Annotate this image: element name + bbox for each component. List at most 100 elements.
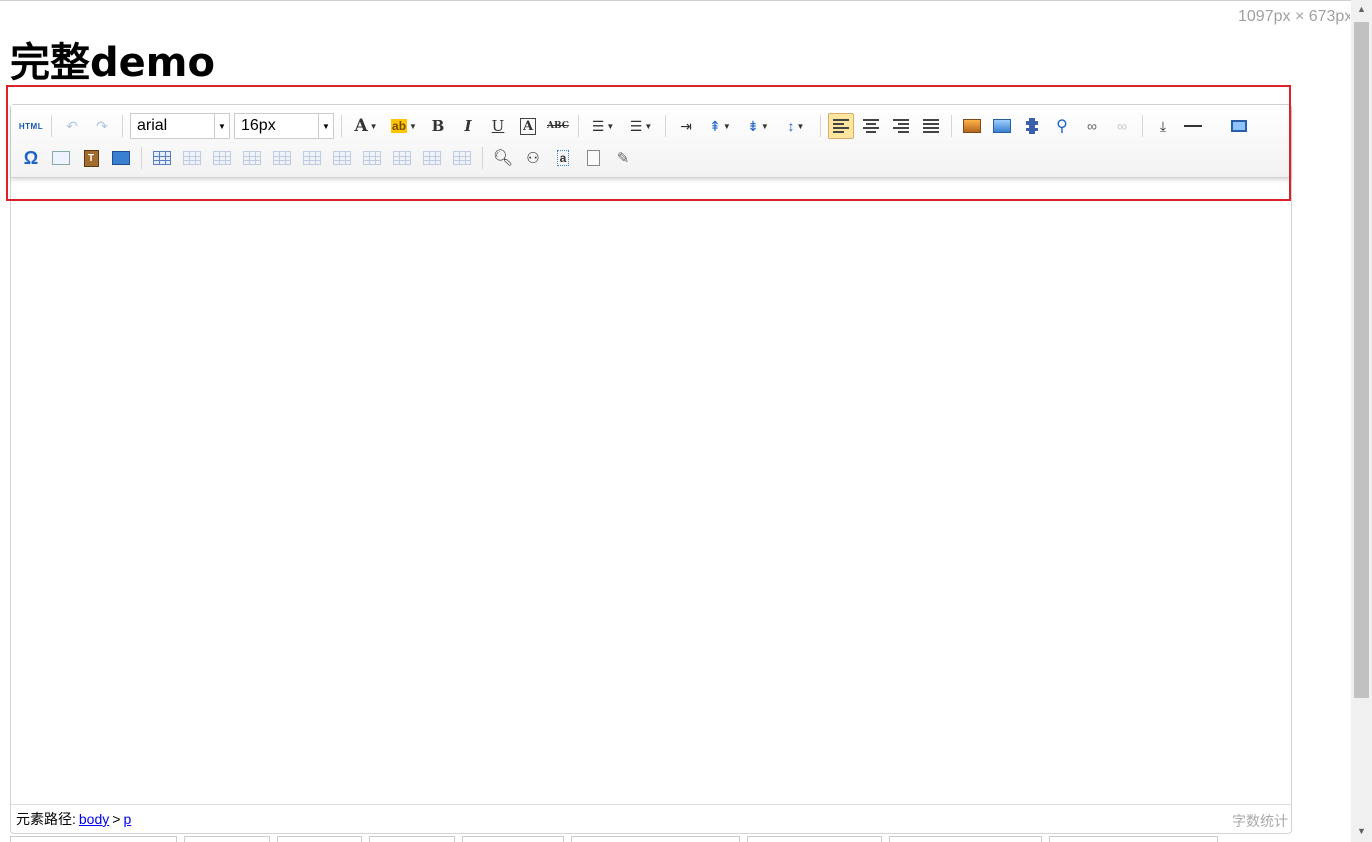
new-document-button[interactable] (580, 145, 606, 171)
page-break-button[interactable]: ⤓ (1150, 113, 1176, 139)
toolbar-separator (951, 115, 952, 137)
font-color-button[interactable]: A ▼ (349, 113, 383, 139)
template-button[interactable] (108, 145, 134, 171)
below-control[interactable] (889, 836, 1042, 842)
unordered-list-icon: ☰ (629, 117, 643, 134)
below-control[interactable] (369, 836, 455, 842)
align-center-button[interactable] (858, 113, 884, 139)
font-border-icon: A (519, 117, 537, 135)
merge-cells-button[interactable] (359, 145, 385, 171)
italic-button[interactable]: I (455, 113, 481, 139)
below-control[interactable] (462, 836, 564, 842)
insert-anchor-button[interactable]: a (550, 145, 576, 171)
below-control[interactable] (1049, 836, 1218, 842)
scroll-thumb[interactable] (1354, 22, 1369, 698)
element-path-body[interactable]: body (79, 811, 109, 827)
font-size-select[interactable]: 16px ▼ (234, 113, 334, 139)
new-document-icon (586, 150, 600, 166)
below-control[interactable] (10, 836, 177, 842)
paste-plain-button[interactable]: T (78, 145, 104, 171)
below-control[interactable] (571, 836, 740, 842)
horizontal-rule-button[interactable] (1180, 113, 1206, 139)
link-button[interactable]: ∞ (1079, 113, 1105, 139)
table-caption-icon (213, 151, 231, 165)
font-border-button[interactable]: A (515, 113, 541, 139)
strikethrough-button[interactable]: ABC (545, 113, 571, 139)
merge-right-button[interactable] (389, 145, 415, 171)
delete-row-button[interactable] (269, 145, 295, 171)
delete-row-icon (273, 151, 291, 165)
paragraph-spacing-top-button[interactable]: ⇞ ▼ (703, 113, 737, 139)
undo-button[interactable]: ↶ (59, 113, 85, 139)
search-replace-button[interactable]: 🔍︎ (490, 145, 516, 171)
word-image-button[interactable] (48, 145, 74, 171)
align-right-icon (893, 119, 909, 133)
insert-row-button[interactable] (239, 145, 265, 171)
ordered-list-button[interactable]: ☰ ▼ (586, 113, 620, 139)
preview-button[interactable] (1226, 113, 1252, 139)
redo-button[interactable]: ↷ (89, 113, 115, 139)
below-control[interactable] (277, 836, 362, 842)
template-icon (112, 151, 130, 165)
underline-button[interactable]: U (485, 113, 511, 139)
align-right-button[interactable] (888, 113, 914, 139)
html-source-button[interactable]: HTML (18, 113, 44, 139)
scroll-down-icon[interactable]: ▼ (1351, 822, 1372, 840)
indent-button[interactable]: ⇥ (673, 113, 699, 139)
bold-button[interactable]: B (425, 113, 451, 139)
merge-down-button[interactable] (419, 145, 445, 171)
chevron-down-icon: ▼ (214, 114, 229, 138)
editor-content-area[interactable] (11, 178, 1291, 803)
italic-icon: I (464, 117, 472, 135)
align-justify-button[interactable] (918, 113, 944, 139)
font-color-icon: A (354, 116, 368, 136)
align-left-button[interactable] (828, 113, 854, 139)
delete-table-button[interactable] (179, 145, 205, 171)
below-control[interactable] (747, 836, 882, 842)
top-rule (0, 0, 1372, 1)
horizontal-rule-icon (1184, 125, 1202, 127)
toolbar-separator (1142, 115, 1143, 137)
special-char-button[interactable]: Ω (18, 145, 44, 171)
paragraph-spacing-bottom-button[interactable]: ⇟ ▼ (741, 113, 775, 139)
caret-icon: ▼ (606, 121, 615, 131)
line-height-icon: ↕ (787, 118, 795, 134)
bold-icon: B (431, 117, 445, 135)
delete-column-button[interactable] (329, 145, 355, 171)
toolbar-separator (122, 115, 123, 137)
highlight-color-button[interactable]: ab ▼ (387, 113, 421, 139)
element-path-p[interactable]: p (123, 811, 131, 827)
insert-table-button[interactable] (149, 145, 175, 171)
underline-icon: U (491, 117, 505, 135)
insert-image-button[interactable] (959, 113, 985, 139)
table-icon (153, 151, 171, 165)
caret-icon: ▼ (760, 121, 769, 131)
find-button[interactable]: ⚇ (520, 145, 546, 171)
font-family-select[interactable]: arial ▼ (130, 113, 230, 139)
unordered-list-button[interactable]: ☰ ▼ (624, 113, 658, 139)
attachment-button[interactable]: ⚲ (1049, 113, 1075, 139)
multi-image-button[interactable] (989, 113, 1015, 139)
editor-status-bar: 元素路径: body > p 字数统计 (11, 804, 1291, 833)
insert-column-icon (303, 151, 321, 165)
insert-video-button[interactable] (1019, 113, 1045, 139)
table-caption-button[interactable] (209, 145, 235, 171)
toolbar-separator (341, 115, 342, 137)
align-left-icon (833, 119, 849, 133)
line-height-button[interactable]: ↕ ▼ (779, 113, 813, 139)
caret-icon: ▼ (722, 121, 731, 131)
unlink-button[interactable]: ∞ (1109, 113, 1135, 139)
split-cells-button[interactable] (449, 145, 475, 171)
insert-row-icon (243, 151, 261, 165)
eraser-icon: ✎ (616, 150, 630, 167)
insert-column-button[interactable] (299, 145, 325, 171)
highlight-color-icon: ab (391, 119, 408, 133)
monitor-icon (1231, 120, 1247, 132)
clear-format-button[interactable]: ✎ (610, 145, 636, 171)
video-icon (1026, 118, 1038, 134)
scroll-up-icon[interactable]: ▲ (1351, 0, 1372, 18)
word-count: 字数统计 (1232, 813, 1288, 829)
vertical-scrollbar[interactable]: ▲ ▼ (1351, 0, 1372, 842)
below-control[interactable] (184, 836, 270, 842)
ordered-list-icon: ☰ (591, 117, 605, 134)
